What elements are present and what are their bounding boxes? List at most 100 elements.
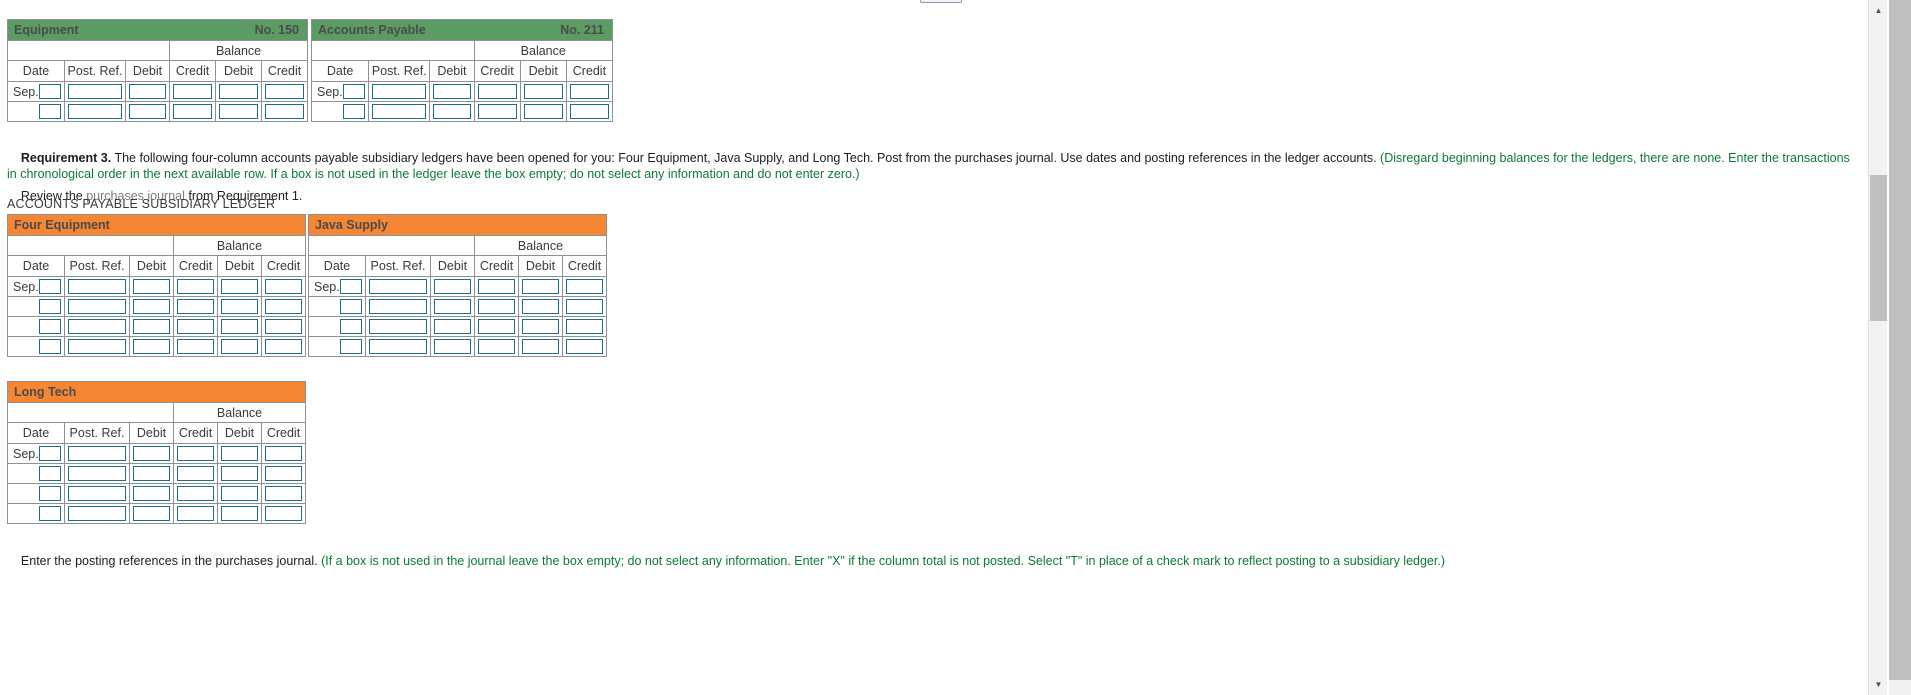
post-ref-input[interactable] — [68, 506, 126, 521]
scroll-up-arrow-icon[interactable]: ▲ — [1869, 2, 1888, 19]
credit-input[interactable] — [177, 279, 214, 294]
date-day-input[interactable] — [340, 339, 362, 354]
debit-input[interactable] — [133, 506, 170, 521]
debit-input[interactable] — [434, 279, 471, 294]
balance-credit-input[interactable] — [265, 466, 303, 481]
balance-credit-input[interactable] — [265, 104, 305, 119]
date-day-input[interactable] — [39, 84, 61, 99]
date-day-input[interactable] — [340, 299, 362, 314]
debit-input[interactable] — [434, 339, 471, 354]
debit-input[interactable] — [133, 466, 170, 481]
balance-debit-input[interactable] — [522, 299, 559, 314]
credit-input[interactable] — [173, 84, 213, 99]
balance-credit-input[interactable] — [265, 486, 303, 501]
scrollbar-thumb[interactable] — [1870, 175, 1887, 321]
date-day-input[interactable] — [39, 319, 61, 334]
balance-credit-input[interactable] — [566, 279, 603, 294]
post-ref-input[interactable] — [372, 104, 427, 119]
credit-input[interactable] — [177, 299, 214, 314]
post-ref-input[interactable] — [369, 319, 427, 334]
credit-input[interactable] — [177, 466, 214, 481]
balance-debit-input[interactable] — [522, 339, 559, 354]
balance-credit-input[interactable] — [265, 279, 303, 294]
credit-input[interactable] — [477, 84, 517, 99]
balance-credit-input[interactable] — [265, 84, 305, 99]
balance-debit-input[interactable] — [522, 319, 559, 334]
balance-debit-input[interactable] — [221, 486, 258, 501]
debit-input[interactable] — [433, 84, 471, 99]
balance-credit-input[interactable] — [265, 299, 303, 314]
balance-debit-input[interactable] — [219, 104, 259, 119]
credit-input[interactable] — [478, 339, 515, 354]
scroll-down-arrow-icon[interactable]: ▼ — [1869, 676, 1888, 693]
debit-input[interactable] — [133, 486, 170, 501]
date-day-input[interactable] — [39, 104, 61, 119]
balance-debit-input[interactable] — [221, 279, 258, 294]
debit-input[interactable] — [434, 299, 471, 314]
date-day-input[interactable] — [39, 279, 61, 294]
post-ref-input[interactable] — [369, 299, 427, 314]
date-day-input[interactable] — [343, 104, 366, 119]
balance-credit-input[interactable] — [566, 339, 603, 354]
balance-debit-input[interactable] — [523, 104, 563, 119]
post-ref-input[interactable] — [369, 339, 427, 354]
debit-input[interactable] — [133, 319, 170, 334]
top-cutoff-control[interactable] — [920, 0, 962, 3]
date-day-input[interactable] — [39, 339, 61, 354]
post-ref-input[interactable] — [372, 84, 427, 99]
debit-input[interactable] — [434, 319, 471, 334]
post-ref-input[interactable] — [68, 339, 126, 354]
debit-input[interactable] — [129, 104, 167, 119]
balance-credit-input[interactable] — [265, 339, 303, 354]
balance-debit-input[interactable] — [221, 446, 258, 461]
date-day-input[interactable] — [340, 279, 362, 294]
date-day-input[interactable] — [39, 446, 61, 461]
debit-input[interactable] — [133, 446, 170, 461]
balance-debit-input[interactable] — [221, 506, 258, 521]
balance-credit-input[interactable] — [566, 299, 603, 314]
credit-input[interactable] — [177, 319, 214, 334]
post-ref-input[interactable] — [68, 466, 126, 481]
post-ref-input[interactable] — [68, 299, 126, 314]
post-ref-input[interactable] — [68, 279, 126, 294]
credit-input[interactable] — [478, 279, 515, 294]
balance-credit-input[interactable] — [265, 506, 303, 521]
balance-debit-input[interactable] — [522, 279, 559, 294]
debit-input[interactable] — [129, 84, 167, 99]
debit-input[interactable] — [133, 339, 170, 354]
balance-debit-input[interactable] — [221, 319, 258, 334]
credit-input[interactable] — [477, 104, 517, 119]
balance-debit-input[interactable] — [523, 84, 563, 99]
date-day-input[interactable] — [39, 466, 61, 481]
date-day-input[interactable] — [39, 299, 61, 314]
balance-credit-input[interactable] — [265, 446, 303, 461]
outer-scroll-band[interactable] — [1889, 0, 1911, 680]
balance-debit-input[interactable] — [221, 299, 258, 314]
post-ref-input[interactable] — [68, 319, 126, 334]
balance-debit-input[interactable] — [221, 339, 258, 354]
credit-input[interactable] — [478, 299, 515, 314]
balance-credit-input[interactable] — [569, 104, 609, 119]
date-day-input[interactable] — [39, 486, 61, 501]
debit-input[interactable] — [133, 279, 170, 294]
vertical-scrollbar[interactable]: ▲ ▼ — [1868, 0, 1887, 695]
balance-credit-input[interactable] — [569, 84, 609, 99]
post-ref-input[interactable] — [68, 446, 126, 461]
credit-input[interactable] — [177, 446, 214, 461]
debit-input[interactable] — [433, 104, 471, 119]
date-day-input[interactable] — [39, 506, 61, 521]
debit-input[interactable] — [133, 299, 170, 314]
balance-debit-input[interactable] — [221, 466, 258, 481]
credit-input[interactable] — [177, 486, 214, 501]
date-day-input[interactable] — [343, 84, 366, 99]
credit-input[interactable] — [478, 319, 515, 334]
balance-credit-input[interactable] — [265, 319, 303, 334]
post-ref-input[interactable] — [369, 279, 427, 294]
balance-credit-input[interactable] — [566, 319, 603, 334]
balance-debit-input[interactable] — [219, 84, 259, 99]
credit-input[interactable] — [173, 104, 213, 119]
post-ref-input[interactable] — [68, 104, 122, 119]
post-ref-input[interactable] — [68, 84, 122, 99]
post-ref-input[interactable] — [68, 486, 126, 501]
credit-input[interactable] — [177, 506, 214, 521]
